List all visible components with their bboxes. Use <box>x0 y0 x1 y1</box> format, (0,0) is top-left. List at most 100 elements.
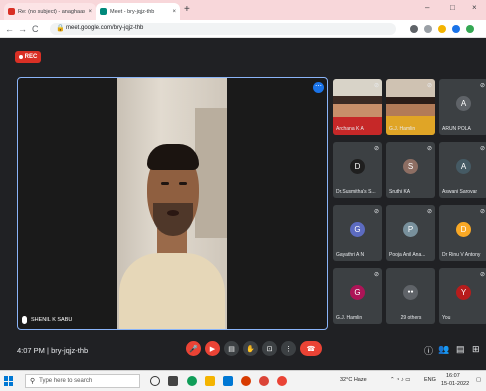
activities-button[interactable]: ⊞ <box>472 344 480 355</box>
participant-tile[interactable]: ⊘ Archana K A <box>333 79 382 135</box>
mic-off-icon: ⊘ <box>479 272 485 278</box>
taskbar-search-input[interactable]: ⚲ Type here to search <box>25 374 140 388</box>
tile-options-button[interactable]: ⋯ <box>313 82 324 93</box>
meet-icon <box>100 8 107 15</box>
rec-label: REC <box>24 54 38 60</box>
mic-toggle-button[interactable]: 🎤 <box>186 341 201 356</box>
chrome-active-icon[interactable] <box>277 376 287 386</box>
record-dot-icon <box>18 55 23 59</box>
browser-tab-strip: Re: (no subject) - anaghaaswani@g × Meet… <box>0 0 486 20</box>
mic-off-icon: ⊘ <box>426 209 432 215</box>
address-bar[interactable]: 🔒 meet.google.com/bry-jqjz-thb <box>50 23 396 35</box>
participant-name: Dr Rinu V Antony <box>442 252 481 258</box>
search-placeholder: Type here to search <box>39 378 93 384</box>
participant-name: Aswani Sarovar <box>442 189 478 195</box>
participant-tile[interactable]: A ⊘ Aswani Sarovar <box>439 142 486 198</box>
star-icon[interactable] <box>438 25 446 33</box>
recording-badge: REC <box>15 51 41 63</box>
more-options-button[interactable]: ⋮ <box>281 341 296 356</box>
camera-permission-icon[interactable] <box>410 25 418 33</box>
language-label[interactable]: ENG <box>424 377 436 383</box>
participant-avatar: D <box>350 159 365 174</box>
close-tab-icon[interactable]: × <box>88 9 92 15</box>
chrome-icon[interactable] <box>259 376 269 386</box>
forward-button[interactable]: → <box>18 23 27 35</box>
raise-hand-button[interactable]: ✋ <box>243 341 258 356</box>
speaker-name: SHENIL K SABU <box>31 317 73 323</box>
others-tile[interactable]: ●● 29 others <box>386 268 435 324</box>
participant-tile[interactable]: A ⊘ ARUN POLA <box>439 79 486 135</box>
tab-label: Meet - bry-jqjz-thb <box>110 8 155 15</box>
weather-label[interactable]: 32°C Haze <box>340 377 367 383</box>
meeting-info-button[interactable]: ⓘ <box>424 344 433 357</box>
notifications-icon[interactable]: ▢ <box>476 377 481 383</box>
participant-tile[interactable]: D ⊘ Dr.Susmitha's S... <box>333 142 382 198</box>
maximize-button[interactable]: □ <box>450 3 455 12</box>
clock-date[interactable]: 15-01-2022 <box>441 381 469 387</box>
others-count-label: 29 others <box>400 315 422 321</box>
participant-tile[interactable]: G ⊘ G.J. Hamlin <box>333 268 382 324</box>
participant-name: G.J. Hamlin <box>336 315 363 321</box>
mic-off-icon: ⊘ <box>479 209 485 215</box>
meeting-code: bry-jqjz-thb <box>51 346 89 355</box>
windows-start-icon[interactable] <box>4 376 14 386</box>
search-icon: ⚲ <box>30 378 36 385</box>
extension-icon[interactable] <box>452 25 460 33</box>
self-name: You <box>442 315 451 321</box>
participant-tile[interactable]: S ⊘ Sruthi KA <box>386 142 435 198</box>
mic-off-icon: ⊘ <box>426 146 432 152</box>
mic-off-icon: ⊘ <box>373 209 379 215</box>
mic-off-icon: ⊘ <box>373 146 379 152</box>
tray-icons[interactable]: ⌃ ◔ ♪ ▭ <box>390 377 410 383</box>
captions-button[interactable]: ▤ <box>224 341 239 356</box>
speaker-name-label: SHENIL K SABU <box>22 316 72 324</box>
office-icon[interactable] <box>241 376 251 386</box>
share-icon[interactable] <box>424 25 432 33</box>
participant-tile[interactable]: D ⊘ Dr Rinu V Antony <box>439 205 486 261</box>
participant-name: Gayathri A N <box>336 252 365 258</box>
browser-toolbar: ← → C 🔒 meet.google.com/bry-jqjz-thb <box>0 20 486 38</box>
profile-avatar[interactable] <box>466 25 474 33</box>
clock-time[interactable]: 16:07 <box>446 373 460 379</box>
tab-gmail[interactable]: Re: (no subject) - anaghaaswani@g × <box>4 3 96 20</box>
others-avatar-stack: ●● <box>403 285 418 300</box>
self-tile[interactable]: Y ⊘ You <box>439 268 486 324</box>
new-tab-button[interactable]: + <box>184 4 190 16</box>
camera-toggle-button[interactable]: ▶ <box>205 341 220 356</box>
participant-avatar: S <box>403 159 418 174</box>
participant-tile[interactable]: P ⊘ Pooja Anil Ana... <box>386 205 435 261</box>
close-tab-icon[interactable]: × <box>172 9 176 15</box>
mic-off-icon: ⊘ <box>479 146 485 152</box>
participant-name: Archana K A <box>336 126 364 132</box>
participant-name: G.J. Hamlin <box>389 126 416 132</box>
chat-button[interactable]: ▤ <box>456 344 465 355</box>
participant-tile[interactable]: G ⊘ Gayathri A N <box>333 205 382 261</box>
file-explorer-icon[interactable] <box>205 376 215 386</box>
participant-avatar: D <box>456 222 471 237</box>
participant-avatar: G <box>350 285 365 300</box>
self-avatar: Y <box>456 285 471 300</box>
minimize-button[interactable]: – <box>425 3 429 12</box>
store-icon[interactable] <box>223 376 233 386</box>
url-text: meet.google.com/bry-jqjz-thb <box>66 25 144 31</box>
windows-taskbar: ⚲ Type here to search 32°C Haze ⌃ ◔ ♪ ▭ … <box>0 370 486 391</box>
task-view-icon[interactable] <box>168 376 178 386</box>
leave-call-button[interactable]: ☎ <box>300 341 322 356</box>
mic-off-icon: ⊘ <box>479 83 485 89</box>
mic-off-icon: ⊘ <box>373 83 379 89</box>
mic-off-icon: ⊘ <box>426 83 432 89</box>
reload-button[interactable]: C <box>32 23 39 35</box>
tab-label: Re: (no subject) - anaghaaswani@g <box>18 8 86 15</box>
people-button[interactable]: 👥 <box>438 344 449 355</box>
edge-icon[interactable] <box>187 376 197 386</box>
gmail-icon <box>8 8 15 15</box>
tab-meet[interactable]: Meet - bry-jqjz-thb × <box>96 3 180 20</box>
participant-avatar: A <box>456 96 471 111</box>
main-speaker-video[interactable]: ⋯ SHENIL K SABU <box>17 77 328 330</box>
cortana-icon[interactable] <box>150 376 160 386</box>
back-button[interactable]: ← <box>5 23 14 35</box>
participant-name: Pooja Anil Ana... <box>389 252 426 258</box>
present-button[interactable]: ⊡ <box>262 341 277 356</box>
participant-tile[interactable]: ⊘ G.J. Hamlin <box>386 79 435 135</box>
close-window-button[interactable]: × <box>472 3 477 12</box>
